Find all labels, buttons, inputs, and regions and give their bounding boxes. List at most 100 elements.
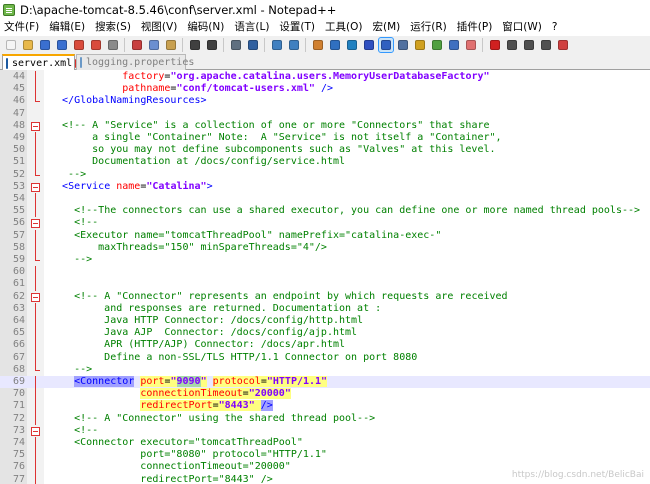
code-line[interactable]: 69 <Connector port="9090" protocol="HTTP… [0, 376, 650, 389]
menu-item[interactable]: 工具(O) [320, 19, 367, 36]
undo-icon[interactable] [188, 38, 202, 52]
tab-logging-properties[interactable]: logging.properties [76, 54, 194, 70]
menu-item[interactable]: 设置(T) [274, 19, 320, 36]
code-line[interactable]: 63 and responses are returned. Documenta… [0, 302, 650, 316]
code-token: factory [122, 71, 165, 82]
new-file-icon[interactable] [4, 38, 18, 52]
menu-item[interactable]: 文件(F) [0, 19, 44, 36]
code-line[interactable]: 64 Java HTTP Connector: /docs/config/htt… [0, 315, 650, 328]
code-line[interactable]: 54 [0, 193, 650, 206]
play-macro-icon[interactable] [522, 38, 536, 52]
sync-v-icon[interactable] [311, 38, 325, 52]
code-line[interactable]: 60 [0, 266, 650, 279]
code-line[interactable]: 61 [0, 278, 650, 291]
save-icon[interactable] [38, 38, 52, 52]
code-line[interactable]: 74 <Connector executor="tomcatThreadPool… [0, 437, 650, 450]
replace-icon[interactable] [246, 38, 260, 52]
code-editor[interactable]: 44 factory="org.apache.catalina.users.Me… [0, 70, 650, 484]
code-line[interactable]: 65 Java AJP Connector: /docs/config/ajp.… [0, 327, 650, 340]
run-macro-multiple-icon[interactable] [539, 38, 553, 52]
redo-icon[interactable] [205, 38, 219, 52]
code-line[interactable]: 44 factory="org.apache.catalina.users.Me… [0, 71, 650, 84]
fold-line-marker [31, 400, 40, 413]
print-icon[interactable] [106, 38, 120, 52]
code-line[interactable]: 52 --> [0, 168, 650, 181]
udl-icon[interactable] [396, 38, 410, 52]
line-number: 51 [12, 156, 25, 168]
folder-as-workspace-icon[interactable] [447, 38, 461, 52]
code-line[interactable]: 51 Documentation at /docs/config/service… [0, 156, 650, 169]
tab-server-xml[interactable]: server.xml × [2, 54, 82, 70]
menu-item[interactable]: 编辑(E) [44, 19, 90, 36]
code-token: name [110, 180, 141, 192]
function-list-icon[interactable] [430, 38, 444, 52]
line-number: 52 [12, 168, 25, 180]
code-line[interactable]: 45 pathname="conf/tomcat-users.xml" /> [0, 83, 650, 96]
cut-icon[interactable] [130, 38, 144, 52]
save-macro-icon[interactable] [556, 38, 570, 52]
code-token: --> [50, 168, 87, 180]
code-line[interactable]: 72 <!-- A "Connector" using the shared t… [0, 412, 650, 425]
code-line[interactable]: 55 <!--The connectors can use a shared e… [0, 205, 650, 218]
code-token: /> [314, 83, 333, 95]
menu-item[interactable]: 运行(R) [405, 19, 452, 36]
menu-item[interactable]: 语言(L) [229, 19, 274, 36]
menu-item[interactable]: 宏(M) [368, 19, 406, 36]
fold-toggle-icon[interactable] [31, 425, 40, 437]
stop-macro-icon[interactable] [505, 38, 519, 52]
code-line[interactable]: 53 <Service name="Catalina"> [0, 181, 650, 193]
fold-toggle-icon[interactable] [31, 120, 40, 132]
zoom-in-icon[interactable] [270, 38, 284, 52]
indent-guide-icon[interactable] [377, 36, 394, 53]
paste-icon[interactable] [164, 38, 178, 52]
code-line[interactable]: 62 <!-- A "Connector" represents an endp… [0, 291, 650, 303]
code-line[interactable]: 73 <!-- [0, 425, 650, 437]
code-line[interactable]: 49 a single "Container" Note: A "Service… [0, 132, 650, 145]
code-line[interactable]: 58 maxThreads="150" minSpareThreads="4"/… [0, 241, 650, 255]
close-all-icon[interactable] [89, 38, 103, 52]
code-line[interactable]: 70 connectionTimeout="20000" [0, 388, 650, 401]
code-line[interactable]: 66 APR (HTTP/AJP) Connector: /docs/apr.h… [0, 339, 650, 352]
monitoring-icon[interactable] [464, 38, 478, 52]
doc-map-icon[interactable] [413, 38, 427, 52]
toolbar-separator [264, 37, 265, 52]
code-line[interactable]: 59 --> [0, 254, 650, 266]
menu-item[interactable]: ? [547, 19, 563, 36]
code-line[interactable]: 50 so you may not define subcomponents s… [0, 144, 650, 157]
code-text: Documentation at /docs/config/service.ht… [50, 156, 345, 168]
line-number: 70 [12, 388, 25, 400]
code-line[interactable]: 68 --> [0, 363, 650, 376]
save-all-icon[interactable] [55, 38, 69, 52]
code-line[interactable]: 71 redirectPort="8443" /> [0, 400, 650, 413]
menu-item[interactable]: 窗口(W) [497, 19, 547, 36]
menu-item[interactable]: 视图(V) [136, 19, 182, 36]
menu-item[interactable]: 编码(N) [182, 19, 229, 36]
code-line[interactable]: 47 [0, 108, 650, 120]
fold-toggle-icon[interactable] [31, 291, 40, 303]
show-all-chars-icon[interactable] [362, 38, 376, 52]
code-text: a single "Container" Note: A "Service" i… [50, 132, 501, 144]
record-macro-icon[interactable] [488, 38, 502, 52]
menu-item[interactable]: 搜索(S) [90, 19, 136, 36]
close-icon[interactable] [72, 38, 86, 52]
open-file-icon[interactable] [21, 38, 35, 52]
line-number: 60 [12, 266, 25, 278]
fold-toggle-icon[interactable] [31, 181, 40, 193]
code-token: --> [50, 363, 93, 375]
code-line[interactable]: 57 <Executor name="tomcatThreadPool" nam… [0, 229, 650, 242]
fold-toggle-icon[interactable] [31, 217, 40, 229]
zoom-out-icon[interactable] [287, 38, 301, 52]
code-line[interactable]: 67 Define a non-SSL/TLS HTTP/1.1 Connect… [0, 351, 650, 364]
menu-item[interactable]: 插件(P) [452, 19, 498, 36]
sync-h-icon[interactable] [328, 38, 342, 52]
code-line[interactable]: 46 </GlobalNamingResources> [0, 95, 650, 107]
find-icon[interactable] [229, 38, 243, 52]
code-line[interactable]: 48 <!-- A "Service" is a collection of o… [0, 120, 650, 132]
fold-line-marker [31, 327, 40, 340]
word-wrap-icon[interactable] [345, 38, 359, 52]
code-line[interactable]: 56 <!-- [0, 217, 650, 229]
copy-icon[interactable] [147, 38, 161, 52]
code-line[interactable]: 75 port="8080" protocol="HTTP/1.1" [0, 449, 650, 462]
code-token: so you may not define subcomponents such… [50, 144, 496, 156]
